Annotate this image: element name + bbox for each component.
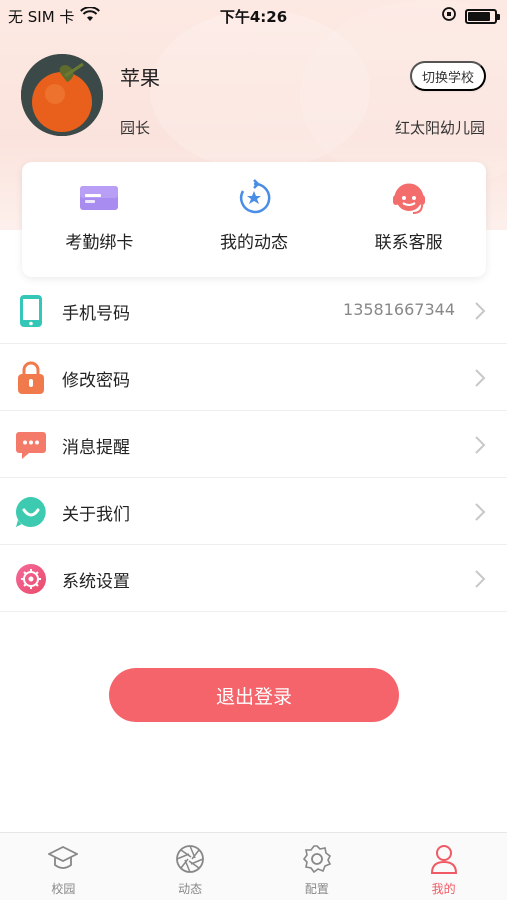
chevron-right-icon (473, 368, 487, 388)
orientation-lock-icon (441, 6, 457, 26)
lock-icon (14, 361, 48, 395)
chevron-right-icon (473, 435, 487, 455)
quick-actions-card: 考勤绑卡 我的动态 联系客服 (22, 162, 486, 277)
tab-configuration[interactable]: 配置 (254, 833, 381, 900)
status-time: 下午4:26 (219, 8, 288, 26)
headset-icon (389, 178, 429, 218)
battery-icon (465, 8, 500, 24)
quick-action-label: 我的动态 (220, 233, 288, 253)
user-name: 苹果 (120, 66, 160, 90)
bottom-tab-bar: 校园 动态 配置 我的 (0, 832, 507, 900)
tab-campus[interactable]: 校园 (0, 833, 127, 900)
tab-mine[interactable]: 我的 (380, 833, 507, 900)
menu-item-label: 系统设置 (62, 572, 130, 592)
menu-item-change-password[interactable]: 修改密码 (0, 344, 507, 411)
attendance-card-binding-button[interactable]: 考勤绑卡 (22, 162, 177, 277)
tab-label: 动态 (178, 882, 203, 896)
menu-item-label: 关于我们 (62, 505, 130, 525)
gear-icon (301, 843, 333, 875)
chevron-right-icon (473, 569, 487, 589)
menu-item-label: 消息提醒 (62, 438, 130, 458)
phone-number-value: 13581667344 (343, 300, 455, 319)
menu-item-system-settings[interactable]: 系统设置 (0, 545, 507, 612)
card-icon (79, 178, 119, 218)
tab-label: 校园 (51, 882, 76, 896)
chevron-right-icon (473, 502, 487, 522)
star-refresh-icon (234, 178, 274, 218)
smile-icon (14, 495, 48, 529)
menu-item-phone-number[interactable]: 手机号码 13581667344 (0, 277, 507, 344)
menu-item-message-reminder[interactable]: 消息提醒 (0, 411, 507, 478)
menu-item-label: 修改密码 (62, 371, 130, 391)
tab-label: 配置 (304, 882, 329, 896)
chevron-right-icon (473, 301, 487, 321)
person-icon (428, 843, 460, 875)
phone-icon (14, 294, 48, 328)
aperture-icon (174, 843, 206, 875)
quick-action-label: 联系客服 (374, 233, 443, 253)
logout-button[interactable]: 退出登录 (109, 668, 399, 722)
menu-item-label: 手机号码 (62, 304, 130, 324)
settings-menu: 手机号码 13581667344 修改密码 消息提醒 关于我们 系统设置 (0, 277, 507, 612)
status-bar: 无 SIM 卡 下午4:26 (0, 0, 507, 30)
avatar[interactable] (21, 54, 103, 136)
tab-label: 我的 (431, 882, 456, 896)
tab-moments[interactable]: 动态 (127, 833, 254, 900)
menu-item-about-us[interactable]: 关于我们 (0, 478, 507, 545)
school-name: 红太阳幼儿园 (394, 119, 485, 137)
my-moments-button[interactable]: 我的动态 (177, 162, 332, 277)
settings-icon (14, 562, 48, 596)
switch-school-button[interactable]: 切换学校 (410, 61, 486, 91)
quick-action-label: 考勤绑卡 (65, 233, 134, 253)
school-icon (47, 843, 79, 875)
contact-support-button[interactable]: 联系客服 (331, 162, 486, 277)
user-role: 园长 (120, 119, 151, 137)
message-icon (14, 428, 48, 462)
